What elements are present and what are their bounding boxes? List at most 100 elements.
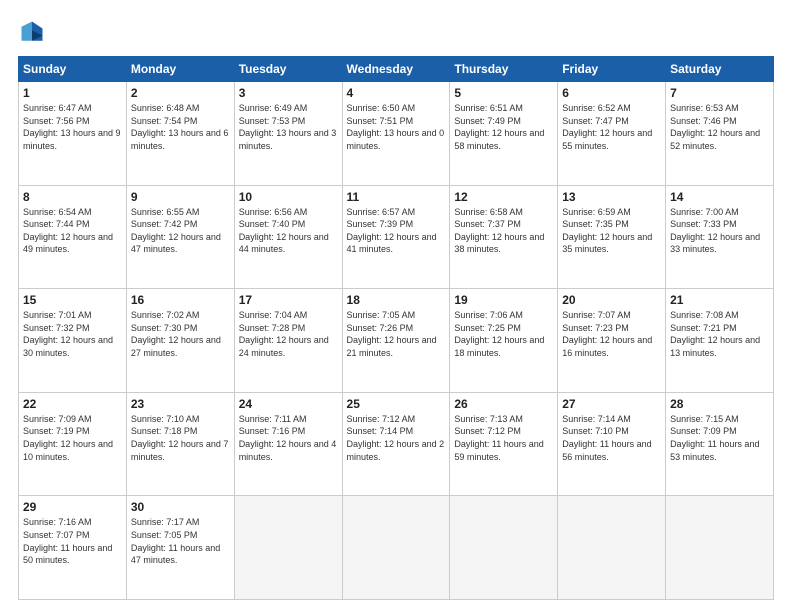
day-number: 12 bbox=[454, 190, 553, 204]
day-cell-20: 20 Sunrise: 7:07 AM Sunset: 7:23 PM Dayl… bbox=[558, 289, 666, 393]
day-info: Sunrise: 6:58 AM Sunset: 7:37 PM Dayligh… bbox=[454, 206, 553, 256]
day-info: Sunrise: 7:13 AM Sunset: 7:12 PM Dayligh… bbox=[454, 413, 553, 463]
day-number: 3 bbox=[239, 86, 338, 100]
day-number: 20 bbox=[562, 293, 661, 307]
day-number: 22 bbox=[23, 397, 122, 411]
day-number: 1 bbox=[23, 86, 122, 100]
day-cell-4: 4 Sunrise: 6:50 AM Sunset: 7:51 PM Dayli… bbox=[342, 82, 450, 186]
header bbox=[18, 18, 774, 46]
day-cell-11: 11 Sunrise: 6:57 AM Sunset: 7:39 PM Dayl… bbox=[342, 185, 450, 289]
day-cell-26: 26 Sunrise: 7:13 AM Sunset: 7:12 PM Dayl… bbox=[450, 392, 558, 496]
day-info: Sunrise: 7:15 AM Sunset: 7:09 PM Dayligh… bbox=[670, 413, 769, 463]
day-cell-17: 17 Sunrise: 7:04 AM Sunset: 7:28 PM Dayl… bbox=[234, 289, 342, 393]
day-number: 28 bbox=[670, 397, 769, 411]
day-info: Sunrise: 6:52 AM Sunset: 7:47 PM Dayligh… bbox=[562, 102, 661, 152]
weekday-header-row: SundayMondayTuesdayWednesdayThursdayFrid… bbox=[19, 57, 774, 82]
day-info: Sunrise: 7:09 AM Sunset: 7:19 PM Dayligh… bbox=[23, 413, 122, 463]
weekday-header-thursday: Thursday bbox=[450, 57, 558, 82]
day-number: 27 bbox=[562, 397, 661, 411]
day-info: Sunrise: 7:16 AM Sunset: 7:07 PM Dayligh… bbox=[23, 516, 122, 566]
day-info: Sunrise: 7:17 AM Sunset: 7:05 PM Dayligh… bbox=[131, 516, 230, 566]
day-cell-8: 8 Sunrise: 6:54 AM Sunset: 7:44 PM Dayli… bbox=[19, 185, 127, 289]
day-cell-13: 13 Sunrise: 6:59 AM Sunset: 7:35 PM Dayl… bbox=[558, 185, 666, 289]
day-cell-7: 7 Sunrise: 6:53 AM Sunset: 7:46 PM Dayli… bbox=[666, 82, 774, 186]
day-info: Sunrise: 7:14 AM Sunset: 7:10 PM Dayligh… bbox=[562, 413, 661, 463]
week-row-5: 29 Sunrise: 7:16 AM Sunset: 7:07 PM Dayl… bbox=[19, 496, 774, 600]
day-info: Sunrise: 6:54 AM Sunset: 7:44 PM Dayligh… bbox=[23, 206, 122, 256]
empty-cell bbox=[450, 496, 558, 600]
day-cell-24: 24 Sunrise: 7:11 AM Sunset: 7:16 PM Dayl… bbox=[234, 392, 342, 496]
day-info: Sunrise: 6:47 AM Sunset: 7:56 PM Dayligh… bbox=[23, 102, 122, 152]
day-cell-30: 30 Sunrise: 7:17 AM Sunset: 7:05 PM Dayl… bbox=[126, 496, 234, 600]
weekday-header-tuesday: Tuesday bbox=[234, 57, 342, 82]
day-info: Sunrise: 6:57 AM Sunset: 7:39 PM Dayligh… bbox=[347, 206, 446, 256]
day-number: 21 bbox=[670, 293, 769, 307]
day-cell-19: 19 Sunrise: 7:06 AM Sunset: 7:25 PM Dayl… bbox=[450, 289, 558, 393]
day-cell-28: 28 Sunrise: 7:15 AM Sunset: 7:09 PM Dayl… bbox=[666, 392, 774, 496]
day-number: 14 bbox=[670, 190, 769, 204]
day-number: 24 bbox=[239, 397, 338, 411]
day-number: 23 bbox=[131, 397, 230, 411]
day-cell-18: 18 Sunrise: 7:05 AM Sunset: 7:26 PM Dayl… bbox=[342, 289, 450, 393]
day-number: 7 bbox=[670, 86, 769, 100]
day-number: 29 bbox=[23, 500, 122, 514]
day-cell-12: 12 Sunrise: 6:58 AM Sunset: 7:37 PM Dayl… bbox=[450, 185, 558, 289]
day-number: 15 bbox=[23, 293, 122, 307]
day-info: Sunrise: 7:00 AM Sunset: 7:33 PM Dayligh… bbox=[670, 206, 769, 256]
week-row-4: 22 Sunrise: 7:09 AM Sunset: 7:19 PM Dayl… bbox=[19, 392, 774, 496]
day-number: 17 bbox=[239, 293, 338, 307]
day-number: 6 bbox=[562, 86, 661, 100]
weekday-header-friday: Friday bbox=[558, 57, 666, 82]
day-cell-5: 5 Sunrise: 6:51 AM Sunset: 7:49 PM Dayli… bbox=[450, 82, 558, 186]
day-cell-29: 29 Sunrise: 7:16 AM Sunset: 7:07 PM Dayl… bbox=[19, 496, 127, 600]
day-cell-14: 14 Sunrise: 7:00 AM Sunset: 7:33 PM Dayl… bbox=[666, 185, 774, 289]
day-cell-27: 27 Sunrise: 7:14 AM Sunset: 7:10 PM Dayl… bbox=[558, 392, 666, 496]
empty-cell bbox=[558, 496, 666, 600]
weekday-header-monday: Monday bbox=[126, 57, 234, 82]
logo-icon bbox=[18, 18, 46, 46]
empty-cell bbox=[342, 496, 450, 600]
day-info: Sunrise: 7:02 AM Sunset: 7:30 PM Dayligh… bbox=[131, 309, 230, 359]
week-row-3: 15 Sunrise: 7:01 AM Sunset: 7:32 PM Dayl… bbox=[19, 289, 774, 393]
logo bbox=[18, 18, 50, 46]
weekday-header-sunday: Sunday bbox=[19, 57, 127, 82]
day-info: Sunrise: 7:04 AM Sunset: 7:28 PM Dayligh… bbox=[239, 309, 338, 359]
day-info: Sunrise: 6:55 AM Sunset: 7:42 PM Dayligh… bbox=[131, 206, 230, 256]
day-info: Sunrise: 6:59 AM Sunset: 7:35 PM Dayligh… bbox=[562, 206, 661, 256]
day-info: Sunrise: 6:53 AM Sunset: 7:46 PM Dayligh… bbox=[670, 102, 769, 152]
day-info: Sunrise: 7:01 AM Sunset: 7:32 PM Dayligh… bbox=[23, 309, 122, 359]
day-number: 25 bbox=[347, 397, 446, 411]
day-cell-1: 1 Sunrise: 6:47 AM Sunset: 7:56 PM Dayli… bbox=[19, 82, 127, 186]
day-info: Sunrise: 6:48 AM Sunset: 7:54 PM Dayligh… bbox=[131, 102, 230, 152]
day-cell-23: 23 Sunrise: 7:10 AM Sunset: 7:18 PM Dayl… bbox=[126, 392, 234, 496]
day-info: Sunrise: 7:08 AM Sunset: 7:21 PM Dayligh… bbox=[670, 309, 769, 359]
calendar-table: SundayMondayTuesdayWednesdayThursdayFrid… bbox=[18, 56, 774, 600]
day-info: Sunrise: 7:07 AM Sunset: 7:23 PM Dayligh… bbox=[562, 309, 661, 359]
day-info: Sunrise: 7:05 AM Sunset: 7:26 PM Dayligh… bbox=[347, 309, 446, 359]
week-row-2: 8 Sunrise: 6:54 AM Sunset: 7:44 PM Dayli… bbox=[19, 185, 774, 289]
week-row-1: 1 Sunrise: 6:47 AM Sunset: 7:56 PM Dayli… bbox=[19, 82, 774, 186]
day-number: 13 bbox=[562, 190, 661, 204]
day-info: Sunrise: 6:51 AM Sunset: 7:49 PM Dayligh… bbox=[454, 102, 553, 152]
day-number: 30 bbox=[131, 500, 230, 514]
weekday-header-wednesday: Wednesday bbox=[342, 57, 450, 82]
day-cell-22: 22 Sunrise: 7:09 AM Sunset: 7:19 PM Dayl… bbox=[19, 392, 127, 496]
day-number: 5 bbox=[454, 86, 553, 100]
empty-cell bbox=[666, 496, 774, 600]
day-info: Sunrise: 7:06 AM Sunset: 7:25 PM Dayligh… bbox=[454, 309, 553, 359]
day-info: Sunrise: 6:56 AM Sunset: 7:40 PM Dayligh… bbox=[239, 206, 338, 256]
day-info: Sunrise: 7:10 AM Sunset: 7:18 PM Dayligh… bbox=[131, 413, 230, 463]
day-cell-25: 25 Sunrise: 7:12 AM Sunset: 7:14 PM Dayl… bbox=[342, 392, 450, 496]
day-info: Sunrise: 7:12 AM Sunset: 7:14 PM Dayligh… bbox=[347, 413, 446, 463]
day-info: Sunrise: 7:11 AM Sunset: 7:16 PM Dayligh… bbox=[239, 413, 338, 463]
day-number: 18 bbox=[347, 293, 446, 307]
day-cell-2: 2 Sunrise: 6:48 AM Sunset: 7:54 PM Dayli… bbox=[126, 82, 234, 186]
day-cell-15: 15 Sunrise: 7:01 AM Sunset: 7:32 PM Dayl… bbox=[19, 289, 127, 393]
day-cell-6: 6 Sunrise: 6:52 AM Sunset: 7:47 PM Dayli… bbox=[558, 82, 666, 186]
empty-cell bbox=[234, 496, 342, 600]
day-number: 11 bbox=[347, 190, 446, 204]
day-cell-16: 16 Sunrise: 7:02 AM Sunset: 7:30 PM Dayl… bbox=[126, 289, 234, 393]
day-number: 9 bbox=[131, 190, 230, 204]
day-cell-3: 3 Sunrise: 6:49 AM Sunset: 7:53 PM Dayli… bbox=[234, 82, 342, 186]
day-cell-21: 21 Sunrise: 7:08 AM Sunset: 7:21 PM Dayl… bbox=[666, 289, 774, 393]
